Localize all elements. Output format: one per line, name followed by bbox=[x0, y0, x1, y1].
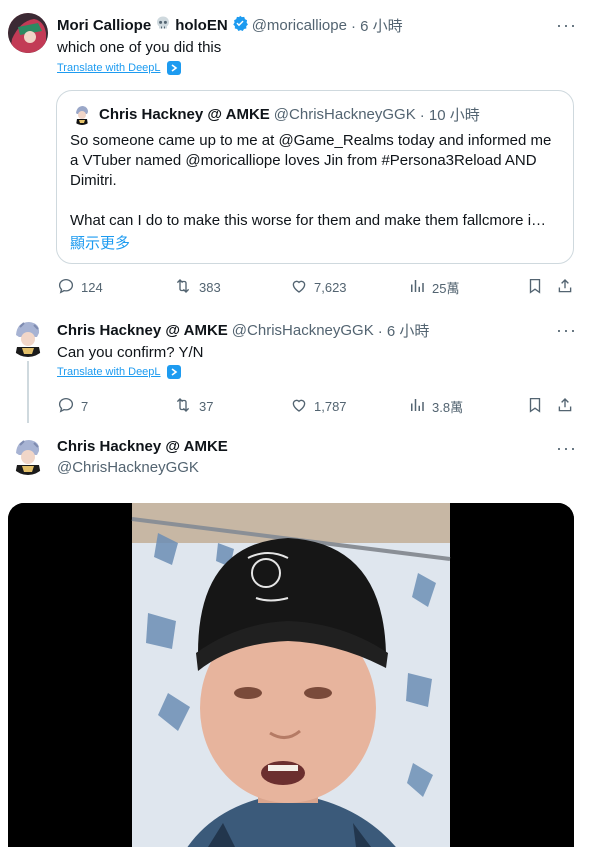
views-count: 25萬 bbox=[432, 281, 460, 296]
repost-icon bbox=[173, 396, 193, 417]
translate-link[interactable]: Translate with DeepL bbox=[57, 61, 181, 75]
tweet-time[interactable]: · 6 小時 bbox=[351, 15, 403, 36]
video-player[interactable] bbox=[8, 503, 574, 847]
reply-count: 124 bbox=[81, 280, 103, 295]
repost-count: 37 bbox=[199, 399, 214, 414]
quote-author-handle: @ChrisHackneyGGK bbox=[273, 106, 416, 123]
like-count: 1,787 bbox=[314, 399, 347, 414]
views-chart-icon bbox=[408, 396, 426, 417]
views-button[interactable]: 3.8萬 bbox=[408, 396, 463, 417]
verified-badge-icon bbox=[232, 15, 248, 36]
like-button[interactable]: 1,787 bbox=[290, 396, 347, 417]
reply-button[interactable]: 124 bbox=[57, 277, 103, 298]
video-frame bbox=[8, 503, 574, 847]
quote-author-name: Chris Hackney @ AMKE bbox=[99, 106, 270, 123]
avatar-chrishackney[interactable] bbox=[8, 317, 48, 357]
author-handle[interactable]: @moricalliope bbox=[252, 17, 347, 34]
bookmark-icon[interactable] bbox=[526, 277, 544, 300]
avatar-chrishackney[interactable] bbox=[8, 435, 48, 475]
translate-link[interactable]: Translate with DeepL bbox=[57, 365, 181, 379]
tweet-time[interactable]: · 6 小時 bbox=[378, 320, 430, 341]
deepl-icon bbox=[166, 61, 181, 75]
repost-count: 383 bbox=[199, 280, 221, 295]
more-options-icon[interactable]: ··· bbox=[556, 439, 577, 457]
translate-label: Translate with DeepL bbox=[57, 62, 161, 74]
thread-line bbox=[27, 361, 29, 423]
views-count: 3.8萬 bbox=[432, 400, 464, 415]
tweet-text: which one of you did this bbox=[57, 39, 222, 56]
share-icon[interactable] bbox=[556, 396, 574, 419]
translate-label: Translate with DeepL bbox=[57, 366, 161, 378]
share-icon[interactable] bbox=[556, 277, 574, 300]
repost-button[interactable]: 37 bbox=[173, 396, 213, 417]
views-chart-icon bbox=[408, 277, 426, 298]
author-name-suffix[interactable]: holoEN bbox=[175, 17, 228, 34]
heart-icon bbox=[290, 396, 308, 417]
views-button[interactable]: 25萬 bbox=[408, 277, 459, 298]
quoted-tweet-card[interactable]: Chris Hackney @ AMKE @ChrisHackneyGGK · … bbox=[56, 90, 574, 264]
author-handle[interactable]: @ChrisHackneyGGK bbox=[232, 322, 374, 339]
quote-time: · 10 小時 bbox=[419, 107, 480, 124]
tweet-text: Can you confirm? Y/N bbox=[57, 344, 204, 361]
show-more-link[interactable]: 顯示更多 bbox=[70, 232, 130, 253]
repost-icon bbox=[173, 277, 193, 298]
quote-text-para1: So someone came up to me at @Game_Realms… bbox=[70, 132, 552, 189]
reply-button[interactable]: 7 bbox=[57, 396, 88, 417]
deepl-icon bbox=[166, 365, 181, 379]
author-handle[interactable]: @ChrisHackneyGGK bbox=[57, 459, 199, 476]
author-name[interactable]: Chris Hackney @ AMKE bbox=[57, 438, 228, 455]
avatar-moricalliope[interactable] bbox=[8, 13, 48, 53]
more-options-icon[interactable]: ··· bbox=[556, 16, 577, 34]
author-name[interactable]: Chris Hackney @ AMKE bbox=[57, 322, 228, 339]
reply-icon bbox=[57, 396, 75, 417]
like-button[interactable]: 7,623 bbox=[290, 277, 347, 298]
bookmark-icon[interactable] bbox=[526, 396, 544, 419]
reply-count: 7 bbox=[81, 399, 89, 414]
skull-icon bbox=[155, 15, 171, 36]
repost-button[interactable]: 383 bbox=[173, 277, 221, 298]
reply-icon bbox=[57, 277, 75, 298]
quote-author-avatar bbox=[71, 103, 93, 125]
like-count: 7,623 bbox=[314, 280, 347, 295]
more-options-icon[interactable]: ··· bbox=[556, 321, 577, 339]
heart-icon bbox=[290, 277, 308, 298]
quote-text-para2: What can I do to make this worse for the… bbox=[70, 212, 547, 229]
author-name[interactable]: Mori Calliope bbox=[57, 17, 151, 34]
